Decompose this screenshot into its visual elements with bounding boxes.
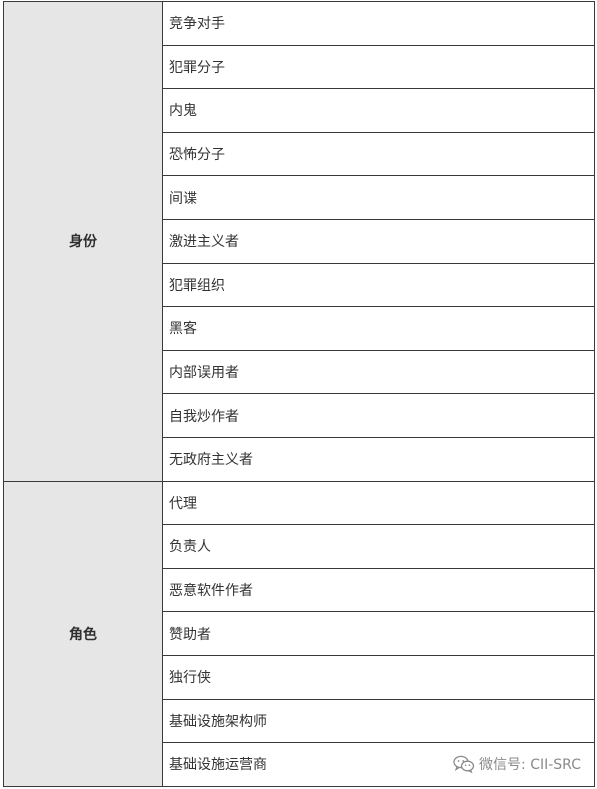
item-cell: 无政府主义者 <box>162 436 595 482</box>
item-cell: 内部误用者 <box>162 349 595 395</box>
category-cell: 角色 <box>3 480 163 787</box>
table-body: 身份 竞争对手 犯罪分子 内鬼 恐怖分子 间谍 激进主义者 犯罪组织 黑客 内部误用者 自我炒作者无… <box>3 1 595 787</box>
item-cell: 自我炒作者 <box>162 393 595 438</box>
item-cell: 恐怖分子 <box>162 131 595 177</box>
table-row: 身份 竞争对手 <box>3 1 595 482</box>
item-cell: 黑客 <box>162 306 595 351</box>
item-cell: 赞助者 <box>162 611 595 656</box>
item-cell: 竞争对手 <box>162 1 595 46</box>
item-cell: 内鬼 <box>162 88 595 133</box>
item-cell: 恶意软件作者 <box>162 567 595 613</box>
wechat-icon <box>453 755 475 773</box>
watermark-text: 微信号: CII-SRC <box>479 757 581 773</box>
item-cell: 负责人 <box>162 524 595 569</box>
classification-table: 身份 竞争对手 犯罪分子 内鬼 恐怖分子 间谍 激进主义者 犯罪组织 黑客 内部误用者 自我炒作者无… <box>3 1 595 787</box>
category-cell: 身份 <box>3 1 163 482</box>
item-cell: 独行侠 <box>162 654 595 700</box>
table-row: 角色 代理 <box>3 480 595 787</box>
item-cell: 代理 <box>162 480 595 526</box>
watermark: 微信号: CII-SRC <box>453 754 581 774</box>
item-cell: 间谍 <box>162 175 595 220</box>
item-cell: 犯罪分子 <box>162 44 595 90</box>
item-cell: 激进主义者 <box>162 218 595 264</box>
item-cell: 基础设施架构师 <box>162 698 595 744</box>
item-cell: 犯罪组织 <box>162 262 595 308</box>
